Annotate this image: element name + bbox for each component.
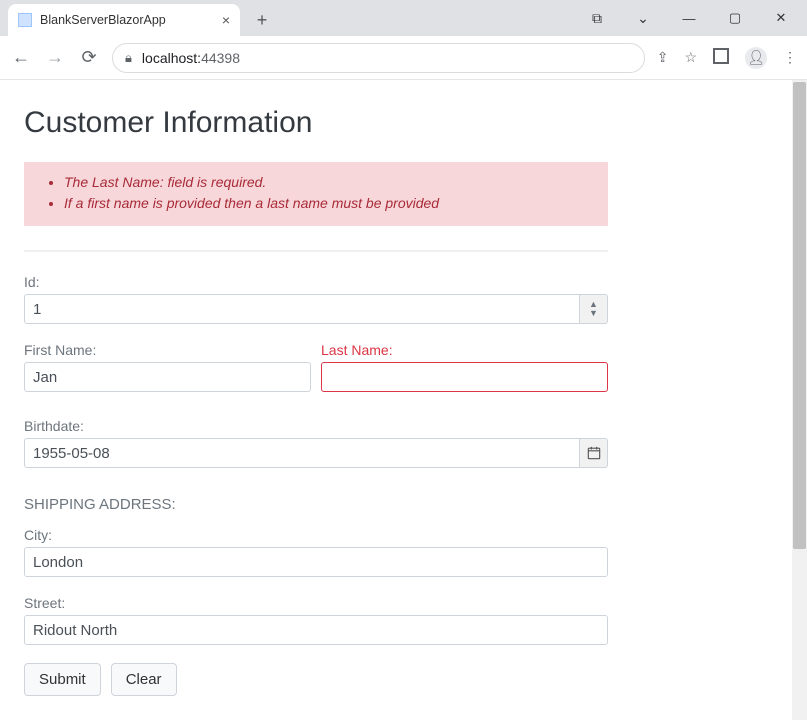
birthdate-input[interactable] [24, 438, 580, 468]
scroll-thumb[interactable] [793, 82, 806, 549]
id-label: Id: [24, 274, 608, 290]
nav-back-button[interactable]: ← [10, 47, 32, 68]
address-bar[interactable]: 🔒︎ localhost:44398 [112, 43, 645, 73]
chevron-down-icon[interactable]: ⌄ [621, 3, 665, 33]
street-label: Street: [24, 595, 608, 611]
window-close-button[interactable]: ✕ [759, 3, 803, 33]
bookmark-star-icon[interactable]: ☆ [684, 49, 697, 66]
kebab-menu-icon[interactable]: ⋮ [783, 49, 797, 66]
lock-icon: 🔒︎ [125, 50, 132, 66]
validation-error: If a first name is provided then a last … [64, 193, 594, 214]
tab-title: BlankServerBlazorApp [40, 13, 214, 27]
tab-favicon [18, 13, 32, 27]
field-street: Street: [24, 595, 608, 645]
last-name-label: Last Name: [321, 342, 608, 358]
vertical-scrollbar[interactable] [792, 80, 807, 720]
reload-button[interactable]: ⟳ [78, 47, 100, 68]
browser-titlebar: BlankServerBlazorApp × + ⧉ ⌄ — ▢ ✕ [0, 0, 807, 36]
field-id: Id: ▲ ▼ [24, 274, 608, 324]
toolbar-actions: ⇪ ☆ 👤︎ ⋮ [657, 47, 797, 69]
field-birthdate: Birthdate: [24, 418, 608, 468]
side-panel-icon[interactable] [713, 48, 729, 67]
tab-close-icon[interactable]: × [222, 12, 230, 28]
spinner-down-icon[interactable]: ▼ [589, 309, 598, 318]
city-label: City: [24, 527, 608, 543]
window-maximize-button[interactable]: ▢ [713, 3, 757, 33]
profile-avatar[interactable]: 👤︎ [745, 47, 767, 69]
url-text: localhost:44398 [142, 50, 240, 66]
share-icon[interactable]: ⇪ [657, 49, 669, 66]
clear-button[interactable]: Clear [111, 663, 177, 696]
field-last-name: Last Name: [321, 342, 608, 392]
field-first-name: First Name: [24, 342, 311, 392]
calendar-icon [587, 446, 601, 460]
window-minimize-button[interactable]: — [667, 3, 711, 33]
last-name-input[interactable] [321, 362, 608, 392]
browser-toolbar: ← → ⟳ 🔒︎ localhost:44398 ⇪ ☆ 👤︎ ⋮ [0, 36, 807, 80]
nav-forward-button[interactable]: → [44, 47, 66, 68]
first-name-label: First Name: [24, 342, 311, 358]
page-title: Customer Information [24, 106, 768, 140]
browser-tab[interactable]: BlankServerBlazorApp × [8, 4, 240, 36]
field-city: City: [24, 527, 608, 577]
shipping-heading: SHIPPING ADDRESS: [24, 496, 608, 513]
id-input[interactable] [24, 294, 580, 324]
tab-search-icon[interactable]: ⧉ [575, 3, 619, 33]
new-tab-button[interactable]: + [248, 6, 276, 34]
customer-form: Id: ▲ ▼ First Name: Last Name: [24, 274, 608, 696]
date-picker-button[interactable] [580, 438, 608, 468]
validation-error: The Last Name: field is required. [64, 172, 594, 193]
number-spinner[interactable]: ▲ ▼ [580, 294, 608, 324]
page-content: Customer Information The Last Name: fiel… [0, 80, 792, 720]
validation-summary: The Last Name: field is required. If a f… [24, 162, 608, 226]
viewport: Customer Information The Last Name: fiel… [0, 80, 807, 720]
street-input[interactable] [24, 615, 608, 645]
first-name-input[interactable] [24, 362, 311, 392]
submit-button[interactable]: Submit [24, 663, 101, 696]
window-controls: ⧉ ⌄ — ▢ ✕ [575, 0, 807, 36]
city-input[interactable] [24, 547, 608, 577]
birthdate-label: Birthdate: [24, 418, 608, 434]
separator [24, 250, 608, 252]
